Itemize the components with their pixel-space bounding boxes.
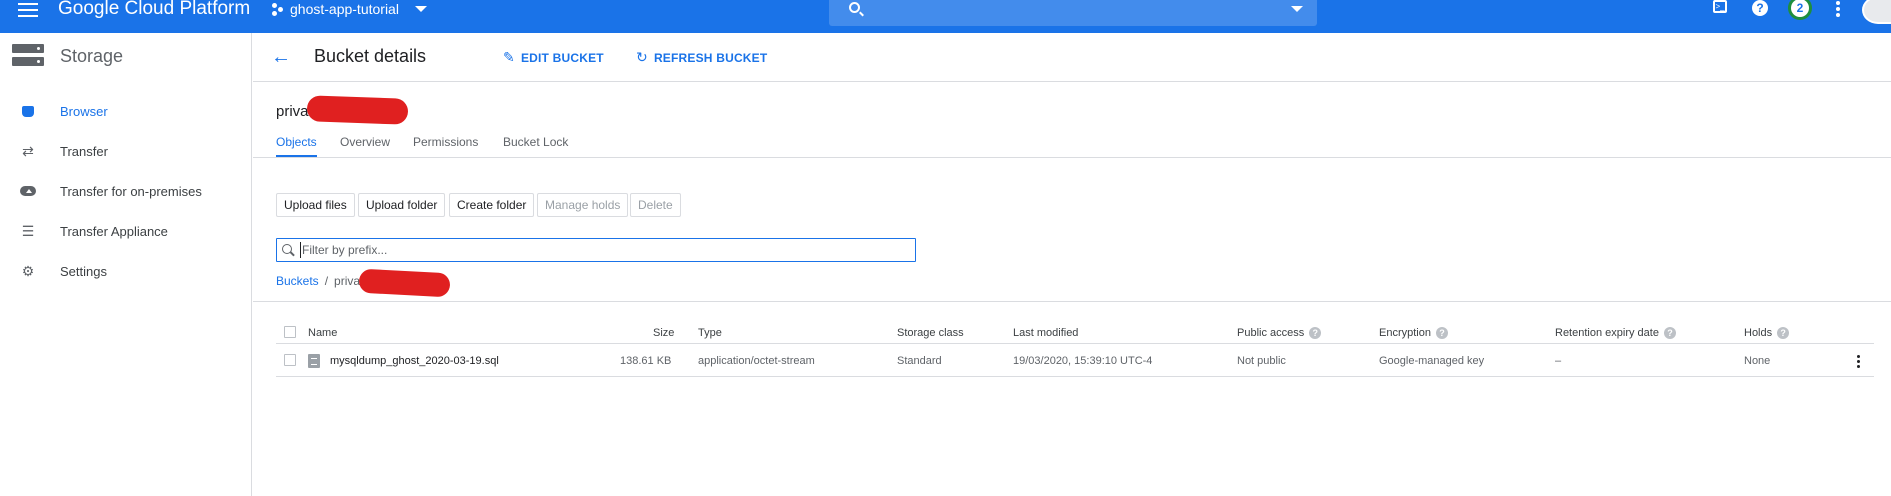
redaction-mark bbox=[358, 268, 451, 298]
filter-input[interactable] bbox=[300, 242, 900, 258]
transfer-arrows-icon: ⇄ bbox=[22, 142, 34, 159]
tab-permissions[interactable]: Permissions bbox=[413, 135, 478, 149]
file-encryption: Google-managed key bbox=[1379, 355, 1485, 367]
column-public-access-label: Public access bbox=[1237, 327, 1305, 339]
help-icon[interactable]: ? bbox=[1777, 327, 1790, 339]
sidebar-item-label: Transfer for on-premises bbox=[60, 183, 202, 199]
cloud-shell-icon[interactable]: >_ bbox=[1713, 0, 1727, 13]
column-public-access[interactable]: Public access ? bbox=[1237, 327, 1322, 339]
search-bar[interactable] bbox=[829, 0, 1317, 26]
more-vert-icon[interactable] bbox=[1857, 355, 1861, 370]
column-encryption-label: Encryption bbox=[1379, 327, 1431, 339]
column-last-modified[interactable]: Last modified bbox=[1013, 327, 1078, 339]
help-icon[interactable]: ? bbox=[1309, 327, 1322, 339]
pencil-icon: ✎ bbox=[503, 49, 515, 65]
file-storage-class: Standard bbox=[897, 355, 942, 367]
edit-bucket-label: EDIT BUCKET bbox=[520, 50, 604, 65]
row-checkbox[interactable] bbox=[284, 354, 296, 366]
create-folder-button[interactable]: Create folder bbox=[449, 193, 535, 217]
sidebar-item-transfer[interactable]: ⇄ Transfer bbox=[0, 131, 252, 171]
gear-icon: ⚙ bbox=[21, 262, 35, 279]
file-icon bbox=[308, 354, 320, 368]
sidebar-item-transfer-appliance[interactable]: ☰ Transfer Appliance bbox=[0, 211, 252, 251]
refresh-bucket-button[interactable]: ↻ REFRESH BUCKET bbox=[636, 49, 767, 66]
bucket-icon bbox=[20, 103, 36, 119]
avatar[interactable] bbox=[1862, 0, 1891, 24]
breadcrumb-current: priva bbox=[334, 274, 361, 288]
column-name[interactable]: Name bbox=[308, 327, 337, 339]
tabs-divider bbox=[253, 157, 1891, 158]
breadcrumb-separator: / bbox=[324, 274, 329, 288]
tab-objects[interactable]: Objects bbox=[276, 135, 317, 149]
help-icon[interactable]: ? bbox=[1752, 0, 1768, 16]
refresh-icon: ↻ bbox=[636, 49, 648, 65]
project-selector[interactable]: ghost-app-tutorial bbox=[272, 0, 427, 18]
breadcrumb: Buckets / priva bbox=[276, 274, 360, 288]
delete-button[interactable]: Delete bbox=[630, 193, 681, 217]
more-vert-icon[interactable] bbox=[1836, 0, 1840, 17]
project-dots-icon bbox=[272, 3, 284, 16]
sidebar-item-label: Transfer bbox=[60, 143, 108, 159]
file-public-access: Not public bbox=[1237, 355, 1286, 367]
column-holds-label: Holds bbox=[1744, 327, 1773, 339]
search-dropdown-icon[interactable] bbox=[1291, 6, 1303, 12]
page-header: ← Bucket details ✎ EDIT BUCKET ↻ REFRESH… bbox=[253, 33, 1891, 82]
top-app-bar: Google Cloud Platform ghost-app-tutorial… bbox=[0, 0, 1891, 33]
project-name: ghost-app-tutorial bbox=[290, 1, 399, 17]
storage-icon bbox=[12, 44, 44, 66]
sidebar-item-label: Transfer Appliance bbox=[60, 223, 168, 239]
page-title: Bucket details bbox=[314, 46, 427, 66]
chevron-down-icon bbox=[414, 6, 427, 12]
file-holds: None bbox=[1744, 355, 1771, 367]
refresh-bucket-label: REFRESH BUCKET bbox=[653, 50, 768, 65]
sidebar: Storage Browser ⇄ Transfer Transfer for … bbox=[0, 33, 252, 496]
manage-holds-button[interactable]: Manage holds bbox=[537, 193, 629, 217]
help-icon[interactable]: ? bbox=[1663, 327, 1676, 339]
breadcrumb-divider bbox=[253, 301, 1891, 302]
column-storage-class[interactable]: Storage class bbox=[897, 327, 964, 339]
file-last-modified: 19/03/2020, 15:39:10 UTC-4 bbox=[1013, 355, 1153, 367]
file-size: 138.61 KB bbox=[620, 355, 672, 367]
product-brand[interactable]: Google Cloud Platform bbox=[58, 0, 250, 20]
select-all-checkbox[interactable] bbox=[284, 326, 296, 338]
edit-bucket-button[interactable]: ✎ EDIT BUCKET bbox=[503, 49, 604, 66]
table-row[interactable]: mysqldump_ghost_2020-03-19.sql 138.61 KB… bbox=[276, 347, 1874, 377]
column-size[interactable]: Size bbox=[653, 327, 674, 339]
sidebar-item-label: Settings bbox=[60, 263, 107, 279]
redaction-mark bbox=[306, 95, 409, 125]
file-name-link[interactable]: mysqldump_ghost_2020-03-19.sql bbox=[330, 355, 499, 367]
help-icon[interactable]: ? bbox=[1435, 327, 1448, 339]
sidebar-item-browser[interactable]: Browser bbox=[0, 91, 252, 131]
search-icon bbox=[282, 244, 292, 254]
sidebar-title: Storage bbox=[60, 46, 124, 66]
file-retention: – bbox=[1555, 355, 1562, 367]
upload-folder-button[interactable]: Upload folder bbox=[358, 193, 446, 217]
sidebar-item-transfer-on-premises[interactable]: Transfer for on-premises bbox=[0, 171, 252, 211]
sidebar-header: Storage bbox=[0, 33, 252, 81]
table-header: Name Size Type Storage class Last modifi… bbox=[276, 322, 1874, 344]
tab-bucket-lock[interactable]: Bucket Lock bbox=[503, 135, 568, 149]
column-encryption[interactable]: Encryption ? bbox=[1379, 327, 1448, 339]
column-retention-label: Retention expiry date bbox=[1555, 327, 1659, 339]
column-holds[interactable]: Holds ? bbox=[1744, 327, 1790, 339]
notifications-badge[interactable]: 2 bbox=[1788, 0, 1812, 20]
upload-files-button[interactable]: Upload files bbox=[276, 193, 355, 217]
column-type[interactable]: Type bbox=[698, 327, 722, 339]
sidebar-item-label: Browser bbox=[60, 103, 108, 119]
list-icon: ☰ bbox=[21, 222, 35, 239]
file-type: application/octet-stream bbox=[698, 355, 815, 367]
cloud-upload-icon bbox=[20, 183, 36, 199]
search-icon bbox=[849, 2, 860, 13]
hamburger-menu-icon[interactable] bbox=[16, 0, 40, 20]
filter-field[interactable] bbox=[276, 238, 916, 262]
back-arrow-icon[interactable]: ← bbox=[271, 47, 291, 67]
column-retention[interactable]: Retention expiry date ? bbox=[1555, 327, 1676, 339]
sidebar-item-settings[interactable]: ⚙ Settings bbox=[0, 251, 252, 291]
tab-overview[interactable]: Overview bbox=[340, 135, 390, 149]
breadcrumb-buckets-link[interactable]: Buckets bbox=[276, 274, 319, 288]
